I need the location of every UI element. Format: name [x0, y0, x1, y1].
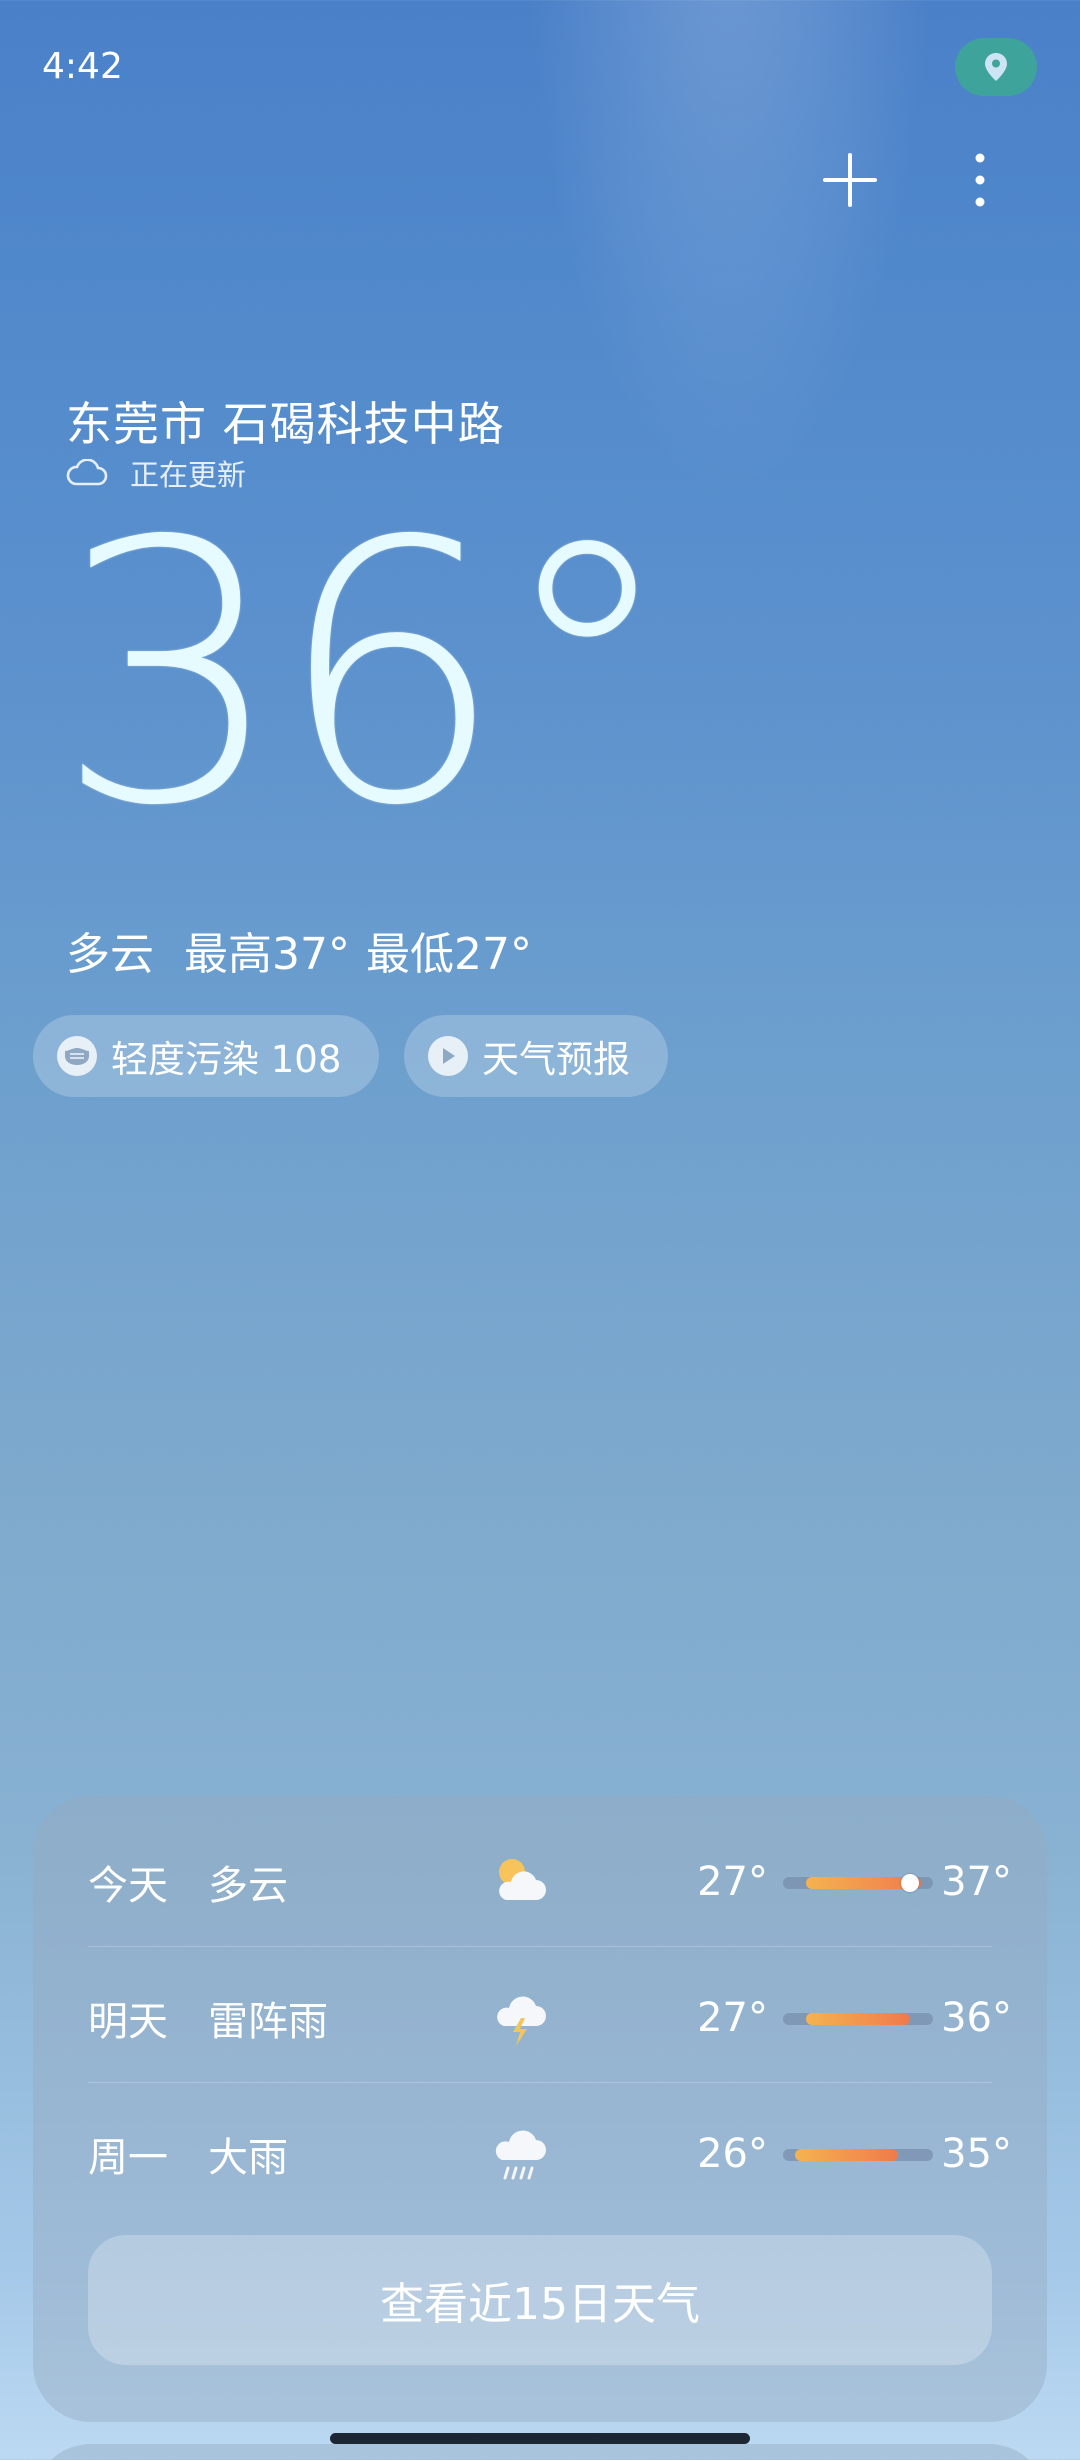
location-indicator: [955, 38, 1037, 96]
forecast-low: 27°: [697, 1995, 768, 2041]
row-divider: [88, 1946, 992, 1947]
current-temperature: 36°: [55, 465, 677, 884]
current-condition: 多云: [66, 929, 154, 980]
today-high: 最高37°: [184, 929, 350, 980]
forecast-day: 明天: [88, 1999, 168, 2045]
forecast-label: 天气预报: [482, 1038, 630, 1081]
more-vertical-icon: [975, 153, 985, 207]
forecast-day: 今天: [88, 1863, 168, 1909]
aqi-label: 轻度污染 108: [111, 1038, 342, 1081]
forecast-high: 37°: [941, 1859, 1012, 1905]
view-15-day-forecast-button[interactable]: 查看近15日天气: [88, 2235, 992, 2365]
heavy-rain-icon: [495, 2130, 546, 2180]
weather-summary: 多云 最高37° 最低27°: [66, 918, 532, 982]
plus-icon: [823, 153, 877, 207]
location-name[interactable]: 东莞市 石碣科技中路: [66, 388, 505, 454]
play-icon: [428, 1036, 468, 1076]
temperature-range-fill: [806, 2013, 910, 2025]
temperature-range-fill: [794, 2149, 899, 2161]
forecast-condition: 雷阵雨: [208, 1999, 328, 2045]
forecast-row-tomorrow[interactable]: 明天 雷阵雨 27° 36°: [88, 1950, 1012, 2086]
forecast-low: 26°: [697, 2131, 768, 2177]
mask-icon: [57, 1036, 97, 1076]
add-city-button[interactable]: [810, 140, 890, 220]
more-options-button[interactable]: [940, 140, 1020, 220]
forecast-row-today[interactable]: 今天 多云 27° 37°: [88, 1814, 1012, 1950]
row-divider: [88, 2082, 992, 2083]
status-time: 4:42: [42, 46, 123, 87]
forecast-low: 27°: [697, 1859, 768, 1905]
forecast-row-monday[interactable]: 周一 大雨 26° 35°: [88, 2086, 1012, 2222]
air-quality-chip[interactable]: 轻度污染 108: [33, 1015, 380, 1097]
weather-forecast-chip[interactable]: 天气预报: [404, 1015, 668, 1097]
forecast-condition: 多云: [208, 1863, 288, 1909]
sun-glow: [520, 0, 940, 500]
today-low: 最低27°: [366, 929, 532, 980]
thunderstorm-icon: [497, 1996, 546, 2046]
daily-forecast-card: 今天 多云 27° 37° 明天 雷阵雨 27° 36° 周一 大雨 26° 3…: [33, 1796, 1047, 2422]
partly-cloudy-icon: [499, 1859, 546, 1900]
temperature-range-bar: [783, 2149, 933, 2161]
forecast-condition: 大雨: [208, 2135, 288, 2181]
forecast-high: 36°: [941, 1995, 1012, 2041]
current-temp-marker: [900, 1874, 919, 1892]
next-card-peek: [33, 2444, 1047, 2460]
home-indicator[interactable]: [330, 2433, 750, 2444]
temperature-range-bar: [783, 1874, 933, 1892]
temperature-range-bar: [783, 2013, 933, 2025]
location-pin-icon: [985, 53, 1007, 81]
forecast-high: 35°: [941, 2131, 1012, 2177]
forecast-day: 周一: [88, 2135, 168, 2181]
